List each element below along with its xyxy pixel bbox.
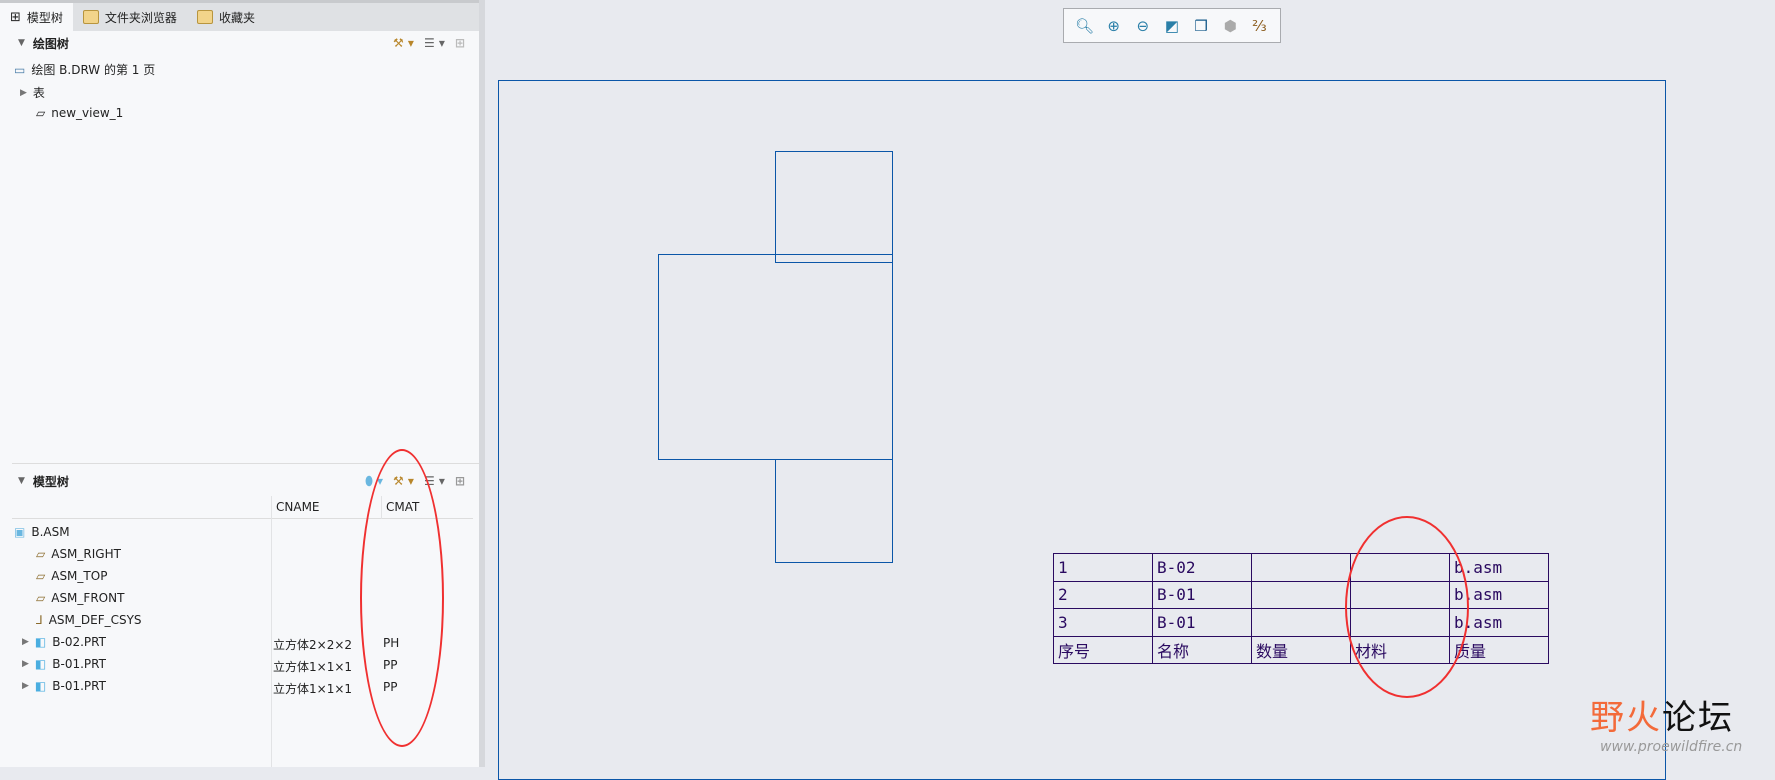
navigator-tabs: ⊞ 模型树 文件夹浏览器 收藏夹: [0, 0, 479, 31]
collapse-icon: ▼: [18, 476, 25, 486]
collapse-icon: ▼: [18, 38, 25, 48]
saved-views-icon[interactable]: ⬢: [1219, 15, 1241, 37]
zoom-in-icon[interactable]: ⊕: [1103, 15, 1125, 37]
bom-table[interactable]: 1 B-02 b.asm 2 B-01 b.asm 3 B-01 b.asm 序号 名称 数量 材料 质量: [1053, 553, 1549, 664]
datum-display-icon[interactable]: ⅔: [1248, 15, 1270, 37]
tab-favorites[interactable]: 收藏夹: [187, 3, 265, 31]
view-item[interactable]: ▱ new_view_1: [36, 106, 123, 120]
part-icon: ◧: [34, 657, 47, 671]
tree-filter-icon[interactable]: ☰ ▾: [424, 36, 445, 50]
model-tree-row[interactable]: ⅃ ASM_DEF_CSYS: [36, 613, 142, 627]
column-divider[interactable]: [271, 496, 272, 767]
bom-cell[interactable]: 序号: [1053, 635, 1153, 664]
part-icon: ◧: [34, 679, 47, 693]
expand-icon[interactable]: ▶: [22, 681, 29, 691]
datum-plane-icon: ▱: [36, 591, 46, 605]
settings-tools-icon[interactable]: ⚒ ▾: [393, 36, 414, 50]
bom-cell[interactable]: B-01: [1152, 580, 1252, 609]
bom-cell[interactable]: 数量: [1251, 635, 1351, 664]
tab-model-tree[interactable]: ⊞ 模型树: [0, 3, 73, 31]
column-cname[interactable]: CNAME: [276, 500, 320, 514]
drawing-tree-header[interactable]: ▼ 绘图树 ⚒ ▾ ☰ ▾ ⊞: [0, 31, 479, 55]
tab-folder-browser[interactable]: 文件夹浏览器: [73, 3, 187, 31]
bom-row: 3 B-01 b.asm: [1053, 608, 1549, 637]
refit-icon[interactable]: 🔍︎: [1074, 15, 1096, 37]
bom-cell[interactable]: [1251, 580, 1351, 609]
cell-cname: 立方体1×1×1: [273, 660, 353, 674]
bom-row: 2 B-01 b.asm: [1053, 580, 1549, 609]
model-tree-row[interactable]: ▶ ◧ B-02.PRT: [22, 635, 106, 649]
drawing-sheet-item[interactable]: ▭ 绘图 B.DRW 的第 1 页: [14, 61, 155, 78]
repaint-icon[interactable]: ◩: [1161, 15, 1183, 37]
bom-cell[interactable]: B-01: [1152, 608, 1252, 637]
model-tree-row[interactable]: ▶ ◧ B-01.PRT: [22, 679, 106, 693]
bom-cell[interactable]: [1251, 608, 1351, 637]
expand-icon[interactable]: ▶: [20, 88, 27, 98]
bom-cell[interactable]: 1: [1053, 553, 1153, 582]
view-top-part[interactable]: [775, 151, 893, 263]
model-tree-row[interactable]: ▱ ASM_FRONT: [36, 591, 124, 605]
cell-cname: 立方体2×2×2: [273, 638, 353, 652]
watermark-logo: 野火论坛 www.proewildfire.cn: [1590, 698, 1743, 755]
assembly-icon: ▣: [14, 525, 26, 539]
csys-icon: ⅃: [36, 613, 43, 627]
expand-icon[interactable]: ▶: [22, 659, 29, 669]
drawing-sheet-icon: ▭: [14, 62, 26, 77]
view-toolbar: 🔍︎ ⊕ ⊖ ◩ ❒ ⬢ ⅔: [1063, 8, 1281, 43]
annotation-ellipse: [1345, 516, 1469, 698]
drawing-tree-tools: ⚒ ▾ ☰ ▾ ⊞: [393, 36, 465, 50]
bom-cell[interactable]: B-02: [1152, 553, 1252, 582]
view-icon: ▱: [36, 106, 46, 120]
datum-plane-icon: ▱: [36, 569, 46, 583]
show-hide-icon[interactable]: ⊞: [455, 36, 465, 50]
expand-icon[interactable]: ▶: [22, 637, 29, 647]
bom-cell[interactable]: 3: [1053, 608, 1153, 637]
annotation-ellipse: [360, 449, 444, 747]
display-style-icon[interactable]: ❒: [1190, 15, 1212, 37]
bom-row: 1 B-02 b.asm: [1053, 553, 1549, 582]
model-tree-row[interactable]: ▶ ◧ B-01.PRT: [22, 657, 106, 671]
show-hide-icon[interactable]: ⊞: [455, 474, 465, 488]
view-bottom-part[interactable]: [775, 459, 893, 563]
datum-plane-icon: ▱: [36, 547, 46, 561]
bom-cell[interactable]: [1251, 553, 1351, 582]
view-center-part[interactable]: [658, 254, 893, 460]
favorites-icon: [196, 10, 213, 24]
graphics-area[interactable]: 🔍︎ ⊕ ⊖ ◩ ❒ ⬢ ⅔ 1 B-02 b.asm 2 B-01 b.asm 3 B-01…: [491, 0, 1775, 780]
part-icon: ◧: [34, 635, 47, 649]
model-tree-row[interactable]: ▱ ASM_TOP: [36, 569, 107, 583]
model-tree-row[interactable]: ▣ B.ASM: [14, 525, 70, 539]
folder-icon: [82, 10, 99, 24]
bom-cell[interactable]: 名称: [1152, 635, 1252, 664]
bom-header-row: 序号 名称 数量 材料 质量: [1053, 635, 1549, 664]
cell-cname: 立方体1×1×1: [273, 682, 353, 696]
bom-cell[interactable]: 2: [1053, 580, 1153, 609]
model-tree-row[interactable]: ▱ ASM_RIGHT: [36, 547, 121, 561]
model-tree-icon: ⊞: [10, 9, 21, 25]
table-item[interactable]: ▶ 表: [20, 84, 45, 101]
zoom-out-icon[interactable]: ⊖: [1132, 15, 1154, 37]
